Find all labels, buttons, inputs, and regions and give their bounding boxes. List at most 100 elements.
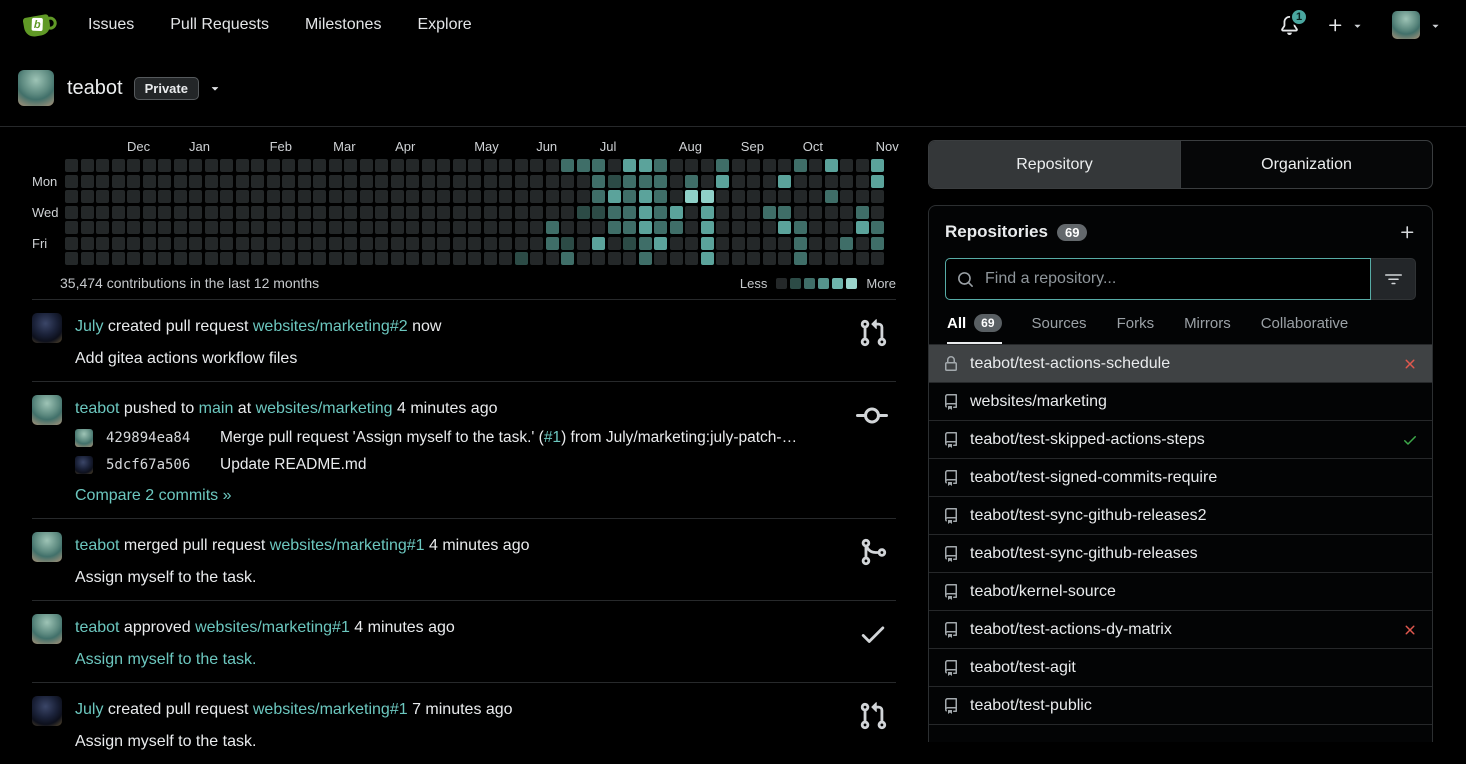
heatmap-cell[interactable]	[359, 252, 373, 265]
heatmap-cell[interactable]	[685, 159, 698, 172]
heatmap-cell[interactable]	[173, 205, 187, 219]
heatmap-cell[interactable]	[359, 205, 373, 219]
heatmap-cell[interactable]	[220, 236, 233, 250]
feed-link[interactable]: July	[75, 701, 103, 718]
heatmap-cell[interactable]	[840, 205, 853, 219]
heatmap-cell[interactable]	[452, 174, 466, 188]
heatmap-cell[interactable]	[359, 236, 373, 250]
heatmap-cell[interactable]	[638, 221, 652, 234]
heatmap-cell[interactable]	[220, 174, 233, 188]
heatmap-cell[interactable]	[685, 190, 698, 203]
avatar[interactable]	[32, 614, 62, 644]
heatmap-cell[interactable]	[731, 205, 745, 219]
heatmap-cell[interactable]	[654, 252, 667, 265]
heatmap-cell[interactable]	[824, 159, 838, 172]
heatmap-cell[interactable]	[561, 205, 574, 219]
heatmap-cell[interactable]	[499, 252, 512, 265]
feed-link[interactable]: July	[75, 318, 103, 335]
heatmap-cell[interactable]	[638, 236, 652, 250]
heatmap-cell[interactable]	[390, 205, 404, 219]
heatmap-cell[interactable]	[189, 205, 202, 219]
heatmap-cell[interactable]	[96, 252, 109, 265]
heatmap-cell[interactable]	[855, 205, 869, 219]
heatmap-cell[interactable]	[189, 159, 202, 172]
commit-status-success-icon[interactable]	[1402, 432, 1418, 448]
heatmap-cell[interactable]	[421, 236, 435, 250]
heatmap-cell[interactable]	[437, 174, 450, 188]
repo-row[interactable]: teabot/kernel-source	[929, 573, 1432, 611]
heatmap-cell[interactable]	[142, 159, 156, 172]
heatmap-cell[interactable]	[871, 205, 884, 219]
heatmap-cell[interactable]	[592, 174, 605, 188]
heatmap-cell[interactable]	[623, 236, 636, 250]
heatmap-cell[interactable]	[173, 159, 187, 172]
tab-repository[interactable]: Repository	[929, 141, 1180, 188]
heatmap-cell[interactable]	[762, 252, 776, 265]
heatmap-cell[interactable]	[204, 205, 218, 219]
heatmap-cell[interactable]	[731, 190, 745, 203]
heatmap-cell[interactable]	[204, 159, 218, 172]
heatmap-cell[interactable]	[592, 236, 605, 250]
feed-link[interactable]: websites/marketing#1	[195, 619, 350, 636]
heatmap-cell[interactable]	[530, 174, 543, 188]
repo-name-link[interactable]: teabot/test-actions-dy-matrix	[970, 621, 1402, 639]
heatmap-cell[interactable]	[452, 190, 466, 203]
heatmap-cell[interactable]	[251, 205, 264, 219]
heatmap-cell[interactable]	[344, 236, 357, 250]
heatmap-cell[interactable]	[545, 190, 559, 203]
heatmap-cell[interactable]	[700, 205, 714, 219]
heatmap-cell[interactable]	[778, 190, 791, 203]
heatmap-cell[interactable]	[266, 236, 280, 250]
heatmap-cell[interactable]	[235, 236, 249, 250]
heatmap-cell[interactable]	[514, 174, 528, 188]
heatmap-cell[interactable]	[189, 221, 202, 234]
notifications-button[interactable]: 1	[1280, 7, 1308, 35]
heatmap-cell[interactable]	[173, 236, 187, 250]
heatmap-cell[interactable]	[716, 221, 729, 234]
heatmap-cell[interactable]	[824, 236, 838, 250]
heatmap-cell[interactable]	[545, 159, 559, 172]
heatmap-cell[interactable]	[437, 252, 450, 265]
user-menu[interactable]	[1392, 11, 1442, 39]
heatmap-cell[interactable]	[468, 236, 481, 250]
heatmap-cell[interactable]	[96, 190, 109, 203]
heatmap-cell[interactable]	[483, 174, 497, 188]
heatmap-cell[interactable]	[266, 174, 280, 188]
heatmap-cell[interactable]	[514, 221, 528, 234]
heatmap-cell[interactable]	[266, 221, 280, 234]
heatmap-cell[interactable]	[452, 236, 466, 250]
heatmap-cell[interactable]	[607, 159, 621, 172]
heatmap-cell[interactable]	[561, 159, 574, 172]
heatmap-cell[interactable]	[359, 190, 373, 203]
heatmap-cell[interactable]	[406, 221, 419, 234]
feed-link[interactable]: websites/marketing#2	[253, 318, 408, 335]
repo-name-link[interactable]: teabot/test-skipped-actions-steps	[970, 431, 1402, 449]
heatmap-cell[interactable]	[762, 174, 776, 188]
heatmap-cell[interactable]	[142, 221, 156, 234]
repo-row[interactable]: teabot/test-agit	[929, 649, 1432, 687]
heatmap-cell[interactable]	[576, 252, 590, 265]
heatmap-cell[interactable]	[840, 174, 853, 188]
heatmap-cell[interactable]	[623, 221, 636, 234]
commit-hash-link[interactable]: 429894ea84	[106, 430, 206, 446]
nav-link-issues[interactable]: Issues	[88, 16, 134, 34]
repo-row[interactable]: websites/marketing	[929, 383, 1432, 421]
commit-status-failure-icon[interactable]	[1402, 622, 1418, 638]
heatmap-cell[interactable]	[747, 205, 760, 219]
heatmap-cell[interactable]	[266, 252, 280, 265]
heatmap-cell[interactable]	[561, 221, 574, 234]
heatmap-cell[interactable]	[778, 236, 791, 250]
heatmap-cell[interactable]	[809, 205, 822, 219]
heatmap-cell[interactable]	[375, 221, 388, 234]
heatmap-cell[interactable]	[313, 252, 326, 265]
heatmap-cell[interactable]	[871, 221, 884, 234]
heatmap-cell[interactable]	[654, 159, 667, 172]
repo-name-link[interactable]: teabot/test-sync-github-releases2	[970, 507, 1418, 525]
heatmap-cell[interactable]	[220, 159, 233, 172]
heatmap-cell[interactable]	[344, 159, 357, 172]
heatmap-cell[interactable]	[824, 190, 838, 203]
heatmap-cell[interactable]	[344, 221, 357, 234]
heatmap-cell[interactable]	[855, 159, 869, 172]
heatmap-cell[interactable]	[127, 221, 140, 234]
feed-link[interactable]: teabot	[75, 537, 119, 554]
